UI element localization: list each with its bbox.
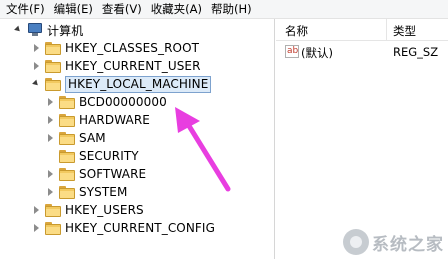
expand-toggle-icon[interactable] xyxy=(46,129,56,147)
tree-node-label: SECURITY xyxy=(79,149,139,163)
folder-icon xyxy=(59,149,75,163)
tree-node-sam[interactable]: SAM xyxy=(46,129,106,147)
watermark-text: 系统之家 xyxy=(372,234,444,255)
computer-icon xyxy=(27,23,43,37)
folder-icon xyxy=(59,185,75,199)
ab-string-icon: ab xyxy=(285,45,299,58)
tree-node-label: BCD00000000 xyxy=(79,95,167,109)
expand-toggle-icon[interactable] xyxy=(32,201,42,219)
expand-toggle-icon[interactable] xyxy=(32,39,42,57)
expand-toggle-icon[interactable] xyxy=(46,111,56,129)
tree-node-security[interactable]: SECURITY xyxy=(46,147,139,165)
tree-node-hkcr[interactable]: HKEY_CLASSES_ROOT xyxy=(32,39,199,57)
tree-node-label: SAM xyxy=(79,131,106,145)
tree-root-computer[interactable]: 计算机 xyxy=(14,21,83,39)
tree-node-label: SOFTWARE xyxy=(79,167,147,181)
folder-icon xyxy=(45,59,61,73)
tree-node-hkcc[interactable]: HKEY_CURRENT_CONFIG xyxy=(32,219,215,237)
tree-node-label: HKEY_CURRENT_USER xyxy=(65,59,201,73)
column-divider[interactable] xyxy=(386,19,387,41)
tree-node-software[interactable]: SOFTWARE xyxy=(46,165,146,183)
values-pane[interactable]: 名称 类型 ab (默认) REG_SZ 系统之家 xyxy=(276,19,448,259)
folder-icon xyxy=(59,167,75,181)
expand-toggle-icon[interactable] xyxy=(46,93,56,111)
expand-toggle-icon[interactable] xyxy=(46,165,56,183)
expand-toggle-icon[interactable] xyxy=(32,57,42,75)
pointer-arrow-icon xyxy=(175,107,231,192)
watermark: 系统之家 xyxy=(343,229,444,255)
tree-node-label: SYSTEM xyxy=(79,185,128,199)
folder-icon xyxy=(45,203,61,217)
folder-icon xyxy=(59,113,75,127)
collapse-toggle-icon[interactable] xyxy=(32,75,42,93)
column-header-row: 名称 类型 xyxy=(276,19,448,41)
tree-node-hkcu[interactable]: HKEY_CURRENT_USER xyxy=(32,57,201,75)
tree-root-label: 计算机 xyxy=(47,23,84,38)
tree-node-label: HARDWARE xyxy=(79,113,150,127)
menu-bar: 文件(F) 编辑(E) 查看(V) 收藏夹(A) 帮助(H) xyxy=(0,0,448,19)
expand-toggle-icon[interactable] xyxy=(46,183,56,201)
tree-node-hardware[interactable]: HARDWARE xyxy=(46,111,150,129)
menu-view[interactable]: 查看(V) xyxy=(102,1,142,17)
menu-file[interactable]: 文件(F) xyxy=(6,1,45,17)
column-header-type[interactable]: 类型 xyxy=(393,23,416,39)
column-header-name[interactable]: 名称 xyxy=(285,23,308,39)
tree-node-label: HKEY_CLASSES_ROOT xyxy=(65,41,200,55)
folder-icon xyxy=(45,41,61,55)
value-type: REG_SZ xyxy=(393,45,439,59)
no-toggle-spacer xyxy=(46,147,56,165)
menu-favorites[interactable]: 收藏夹(A) xyxy=(151,1,202,17)
tree-node-label: HKEY_LOCAL_MACHINE xyxy=(65,75,212,93)
tree-node-label: HKEY_USERS xyxy=(65,203,144,217)
registry-tree-pane[interactable]: 计算机 HKEY_CLASSES_ROOT HKEY_CURRENT_USER … xyxy=(0,19,275,259)
folder-icon xyxy=(59,95,75,109)
tree-node-bcd[interactable]: BCD00000000 xyxy=(46,93,167,111)
expand-toggle-icon[interactable] xyxy=(14,21,24,39)
folder-icon xyxy=(59,131,75,145)
folder-icon xyxy=(45,221,61,235)
tree-node-label: HKEY_CURRENT_CONFIG xyxy=(65,221,215,235)
value-row[interactable]: ab (默认) REG_SZ xyxy=(276,43,448,61)
tree-node-hklm[interactable]: HKEY_LOCAL_MACHINE xyxy=(32,75,212,93)
tree-node-system[interactable]: SYSTEM xyxy=(46,183,127,201)
expand-toggle-icon[interactable] xyxy=(32,219,42,237)
logo-icon xyxy=(343,229,369,255)
menu-edit[interactable]: 编辑(E) xyxy=(54,1,93,17)
value-name: (默认) xyxy=(301,46,333,60)
open-folder-icon xyxy=(45,77,61,91)
menu-help[interactable]: 帮助(H) xyxy=(211,1,252,17)
tree-node-hku[interactable]: HKEY_USERS xyxy=(32,201,144,219)
